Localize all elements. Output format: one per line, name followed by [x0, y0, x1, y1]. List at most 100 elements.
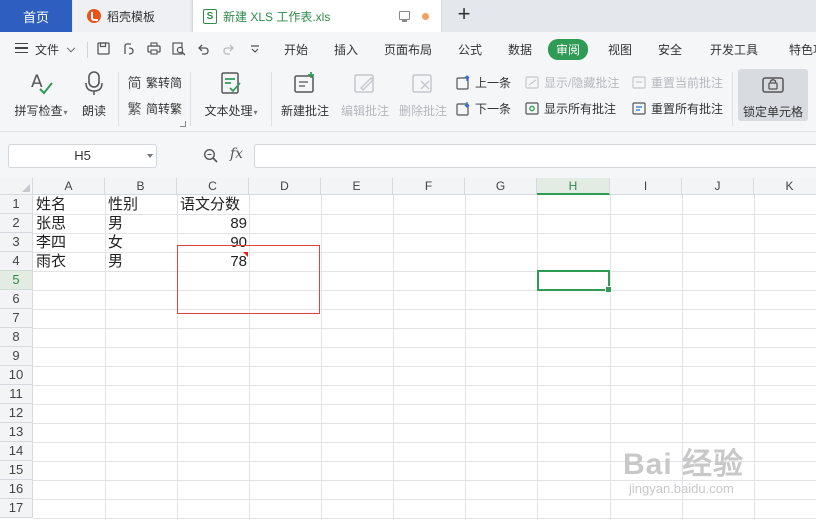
row-header-14[interactable]: 14	[0, 442, 33, 461]
delete-comment-icon	[410, 70, 436, 96]
new-comment-label: 新建批注	[280, 104, 329, 118]
new-comment-button[interactable]: 新建批注	[278, 70, 332, 119]
print-icon[interactable]	[146, 41, 161, 56]
text-processing-button[interactable]: 文本处理▾	[200, 70, 262, 119]
row-header-1[interactable]: 1	[0, 195, 33, 214]
previous-comment-button[interactable]: 上一条	[456, 74, 511, 91]
column-header-J[interactable]: J	[682, 178, 754, 195]
row-header-7[interactable]: 7	[0, 309, 33, 328]
menu-tab-data[interactable]: 数据	[508, 41, 532, 58]
column-header-A[interactable]: A	[33, 178, 105, 195]
convert-simplified-icon: 繁	[127, 100, 142, 117]
tab-home[interactable]: 首页	[0, 0, 72, 32]
lock-cell-button[interactable]: 锁定单元格	[738, 69, 808, 121]
column-header-I[interactable]: I	[610, 178, 682, 195]
menu-tab-page-layout[interactable]: 页面布局	[384, 41, 432, 58]
formula-input[interactable]	[254, 144, 816, 168]
column-header-B[interactable]: B	[105, 178, 177, 195]
edit-comment-button[interactable]: 编辑批注	[339, 70, 391, 119]
reset-all-comments-button[interactable]: 重置所有批注	[632, 100, 723, 117]
menu-tab-formulas[interactable]: 公式	[458, 41, 482, 58]
active-cell-selection[interactable]	[537, 270, 612, 293]
gridline	[33, 423, 816, 424]
redo-icon[interactable]	[221, 41, 236, 56]
show-all-comments-button[interactable]: 显示所有批注	[525, 100, 616, 117]
comment-indicator-icon[interactable]	[243, 252, 248, 257]
monitor-icon[interactable]	[399, 11, 410, 22]
column-header-H[interactable]: H	[537, 178, 610, 195]
read-aloud-button[interactable]: 朗读	[80, 70, 108, 119]
menu-file[interactable]: 文件	[35, 41, 76, 58]
row-header-12[interactable]: 12	[0, 404, 33, 423]
row-header-6[interactable]: 6	[0, 290, 33, 309]
cell-C2[interactable]: 89	[178, 214, 249, 233]
chevron-down-icon	[67, 43, 76, 53]
cell-B2[interactable]: 男	[106, 214, 177, 233]
menu-tab-insert[interactable]: 插入	[334, 41, 358, 58]
zoom-magnifier-icon[interactable]	[203, 148, 219, 167]
tab-docer-label: 稻壳模板	[107, 9, 156, 24]
spellcheck-label: 拼写检查	[14, 104, 63, 118]
gridline	[33, 366, 816, 367]
gridline	[610, 195, 611, 520]
row-header-8[interactable]: 8	[0, 328, 33, 347]
cell-C1[interactable]: 语文分数	[178, 195, 268, 214]
spreadsheet-grid[interactable]: A B C D E F G H I J K 1 2 3 4 5 6 7 8 9 …	[0, 178, 816, 520]
row-header-4[interactable]: 4	[0, 252, 33, 271]
save-icon[interactable]	[96, 41, 111, 56]
row-header-16[interactable]: 16	[0, 480, 33, 499]
show-hide-comment-button[interactable]: 显示/隐藏批注	[525, 74, 619, 91]
cell-A1[interactable]: 姓名	[34, 195, 105, 214]
column-header-E[interactable]: E	[321, 178, 393, 195]
column-header-D[interactable]: D	[249, 178, 321, 195]
customize-toolbar-icon[interactable]	[247, 41, 262, 56]
gridline	[321, 195, 322, 520]
trad-to-simp-button[interactable]: 简 繁转简	[127, 74, 183, 91]
column-header-F[interactable]: F	[393, 178, 465, 195]
delete-comment-button[interactable]: 删除批注	[397, 70, 449, 119]
name-box-dropdown-icon[interactable]	[147, 154, 153, 158]
cell-B4[interactable]: 男	[106, 252, 177, 271]
group-dialog-launcher-icon[interactable]	[180, 121, 186, 127]
row-header-10[interactable]: 10	[0, 366, 33, 385]
row-header-9[interactable]: 9	[0, 347, 33, 366]
spellcheck-button[interactable]: A 拼写检查▾	[10, 70, 72, 119]
previous-comment-icon	[456, 75, 471, 90]
cell-B3[interactable]: 女	[106, 233, 177, 252]
menu-tab-special-features[interactable]: 特色功	[789, 41, 816, 58]
row-header-11[interactable]: 11	[0, 385, 33, 404]
next-comment-button[interactable]: 下一条	[456, 100, 511, 117]
column-header-C[interactable]: C	[177, 178, 249, 195]
hamburger-menu-icon[interactable]	[15, 43, 28, 53]
cell-B1[interactable]: 性别	[106, 195, 177, 214]
cell-A3[interactable]: 李四	[34, 233, 105, 252]
row-header-13[interactable]: 13	[0, 423, 33, 442]
row-header-2[interactable]: 2	[0, 214, 33, 233]
row-header-15[interactable]: 15	[0, 461, 33, 480]
new-tab-plus-icon[interactable]: +	[454, 3, 474, 26]
tab-docer-templates[interactable]: 稻壳模板	[73, 0, 190, 32]
column-header-G[interactable]: G	[465, 178, 537, 195]
gridline	[33, 385, 816, 386]
reset-current-comment-button[interactable]: 重置当前批注	[632, 74, 723, 91]
cell-A2[interactable]: 张思	[34, 214, 105, 233]
select-all-corner[interactable]	[0, 178, 33, 195]
column-header-K[interactable]: K	[754, 178, 816, 195]
row-header-17[interactable]: 17	[0, 499, 33, 518]
name-box[interactable]: H5	[8, 144, 157, 168]
insert-function-fx[interactable]: fx	[230, 146, 243, 162]
cell-A4[interactable]: 雨衣	[34, 252, 105, 271]
menu-tab-security[interactable]: 安全	[658, 41, 682, 58]
row-header-3[interactable]: 3	[0, 233, 33, 252]
undo-icon[interactable]	[196, 41, 211, 56]
menu-tab-start[interactable]: 开始	[284, 41, 308, 58]
menu-tab-review[interactable]: 审阅	[548, 39, 589, 60]
reset-all-comments-label: 重置所有批注	[651, 102, 724, 116]
simp-to-trad-button[interactable]: 繁 简转繁	[127, 100, 183, 117]
menu-tab-view[interactable]: 视图	[608, 41, 632, 58]
export-pdf-icon[interactable]	[121, 41, 136, 56]
print-preview-icon[interactable]	[171, 41, 186, 56]
row-header-5[interactable]: 5	[0, 271, 33, 290]
menu-tab-developer[interactable]: 开发工具	[710, 41, 758, 58]
gridline	[465, 195, 466, 520]
